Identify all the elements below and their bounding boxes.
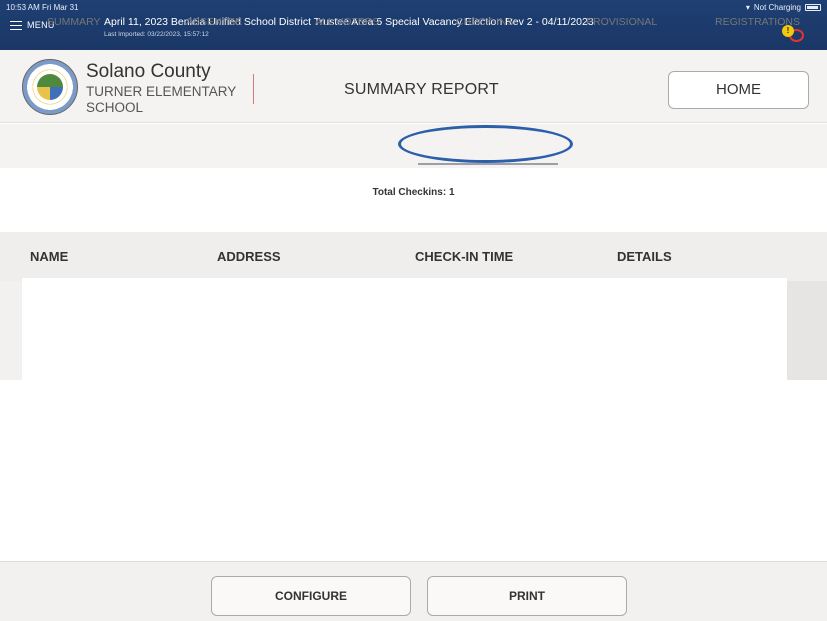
wifi-icon: ▾ xyxy=(745,3,750,12)
tab-summary[interactable]: SUMMARY xyxy=(47,16,100,28)
column-header-address[interactable]: ADDRESS xyxy=(217,249,281,264)
highlight-annotation xyxy=(398,125,573,163)
total-checkins: Total Checkins: 1 xyxy=(372,187,455,198)
status-indicators: ▾ Not Charging xyxy=(746,3,821,12)
table-row[interactable] xyxy=(22,278,787,382)
column-header-details[interactable]: DETAILS xyxy=(617,249,672,264)
county-seal-logo xyxy=(22,59,78,115)
tab-absentee[interactable]: ABSENTEE xyxy=(186,16,242,28)
page-title: SUMMARY REPORT xyxy=(344,81,499,98)
home-button[interactable]: HOME xyxy=(668,71,809,109)
print-button[interactable]: PRINT xyxy=(427,576,627,616)
bottom-toolbar xyxy=(0,561,827,621)
table-header xyxy=(0,232,827,281)
hamburger-icon xyxy=(10,20,22,30)
column-header-name[interactable]: NAME xyxy=(30,249,68,264)
battery-status-text: Not Charging xyxy=(753,3,801,12)
tab-all-voters[interactable]: ALL VOTERS xyxy=(315,16,379,28)
status-time: 10:53 AM Fri Mar 31 xyxy=(6,3,79,12)
active-tab-indicator xyxy=(418,163,558,165)
tab-provisional[interactable]: PROVISIONAL xyxy=(586,16,657,28)
tab-registrations[interactable]: REGISTRATIONS xyxy=(715,16,800,28)
configure-button[interactable]: CONFIGURE xyxy=(211,576,411,616)
last-imported: Last Imported: 03/22/2023, 15:57:12 xyxy=(104,31,209,38)
top-bar: 10:53 AM Fri Mar 31 ▾ Not Charging MENU … xyxy=(0,0,827,50)
table-scroll-area xyxy=(787,281,827,380)
school-name: TURNER ELEMENTARY SCHOOL xyxy=(86,84,237,115)
column-header-check-in-time[interactable]: CHECK-IN TIME xyxy=(415,249,513,264)
battery-icon xyxy=(805,4,821,11)
tab-check-ins[interactable]: CHECK-INS xyxy=(456,16,514,28)
header-divider xyxy=(253,74,254,104)
county-name: Solano County xyxy=(86,61,211,82)
